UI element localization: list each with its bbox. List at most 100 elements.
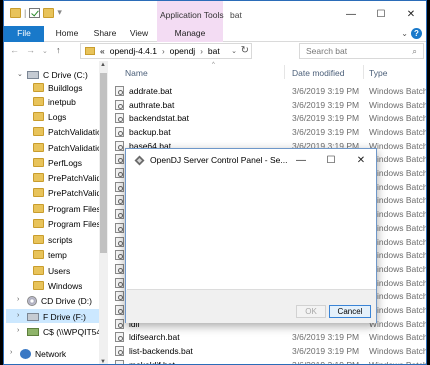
breadcrumb-overflow[interactable]: « — [100, 46, 105, 56]
recent-locations-icon[interactable]: ⌄ — [42, 47, 48, 55]
nav-item-scripts[interactable]: scripts — [33, 233, 73, 246]
chevron-down-icon[interactable]: ⌄ — [17, 70, 23, 78]
breadcrumb-opendj[interactable]: opendj — [170, 46, 196, 56]
nav-item-prepatchvalida-1[interactable]: PrePatchValida — [33, 171, 106, 184]
help-icon[interactable]: ? — [411, 28, 422, 39]
minimize-button[interactable]: — — [336, 1, 366, 27]
maximize-button[interactable]: ☐ — [366, 1, 396, 27]
file-type: Windows Batch File — [369, 85, 427, 96]
file-row[interactable]: makeldif.bat 3/6/2019 3:19 PM Windows Batc… — [110, 358, 427, 365]
tab-home[interactable]: Home — [50, 26, 84, 42]
tab-manage[interactable]: Manage — [157, 26, 223, 42]
nav-item-label: C$ (\\WPQIT545 — [43, 326, 106, 337]
nav-item-program-files-x86[interactable]: Program Files ( — [33, 217, 106, 230]
nav-item-perflogs[interactable]: PerfLogs — [33, 156, 82, 169]
folder-icon — [33, 158, 44, 167]
file-row[interactable]: backendstat.bat 3/6/2019 3:19 PM Windows B… — [110, 111, 426, 125]
folder-icon — [33, 143, 44, 152]
window-controls: — ☐ ✕ — [336, 1, 426, 27]
tab-share[interactable]: Share — [88, 26, 122, 42]
chevron-right-icon[interactable]: › — [17, 296, 19, 303]
nav-item-label: Windows — [48, 280, 83, 291]
explorer-window: | ▾ Application Tools bat — ☐ ✕ File Hom… — [3, 0, 427, 365]
file-date: 3/6/2019 3:19 PM — [292, 359, 360, 365]
file-name: authrate.bat — [129, 99, 175, 110]
file-type: Windows Batch File — [369, 291, 427, 302]
nav-item-program-files[interactable]: Program Files — [33, 202, 101, 215]
file-row[interactable]: addrate.bat 3/6/2019 3:19 PM Windows Batch… — [110, 84, 427, 98]
file-row[interactable]: authrate.bat 3/6/2019 3:19 PM Windows Batc… — [110, 98, 427, 112]
address-bar[interactable]: « opendj-4.4.1 › opendj › bat ⌄ ↻ — [80, 43, 252, 59]
file-row[interactable]: backup.bat 3/6/2019 3:19 PM Windows Batch … — [110, 125, 426, 139]
dialog-title-bar[interactable]: OpenDJ Server Control Panel - Se... — ☐ … — [126, 149, 376, 171]
nav-item-patchvalidation-1[interactable]: PatchValidation — [33, 125, 106, 138]
nav-item-network[interactable]: Network — [20, 347, 66, 360]
tab-file[interactable]: File — [4, 26, 44, 42]
chevron-right-icon[interactable]: › — [17, 312, 19, 319]
file-type: Windows Batch File — [369, 359, 427, 365]
chevron-right-icon[interactable]: › — [17, 327, 19, 334]
dialog-minimize-button[interactable]: — — [286, 149, 316, 171]
breadcrumb-separator-icon[interactable]: › — [162, 47, 165, 56]
dialog-close-button[interactable]: ✕ — [346, 149, 376, 171]
nav-item-windows[interactable]: Windows — [33, 279, 82, 292]
cd-drive-icon — [27, 295, 37, 306]
drive-icon — [27, 70, 39, 79]
dialog-maximize-button[interactable]: ☐ — [316, 149, 346, 171]
breadcrumb-opendj-4-4-1[interactable]: opendj-4.4.1 — [110, 46, 157, 56]
navigation-pane: ⌄ C Drive (C:) Buildlogs inetpub Logs Pa… — [4, 61, 108, 364]
nav-item-users[interactable]: Users — [33, 264, 70, 277]
file-type: Windows Batch File — [369, 154, 427, 165]
column-divider[interactable] — [363, 65, 364, 79]
address-dropdown-icon[interactable]: ⌄ — [231, 47, 237, 55]
folder-icon — [33, 266, 44, 275]
nav-item-prepatchvalida-2[interactable]: PrePatchValida — [33, 186, 106, 199]
close-button[interactable]: ✕ — [396, 1, 426, 27]
nav-item-network-share[interactable]: C$ (\\WPQIT545 — [27, 325, 106, 338]
breadcrumb-bat[interactable]: bat — [208, 46, 220, 56]
file-name: makeldif.bat — [129, 359, 175, 365]
tab-view[interactable]: View — [124, 26, 154, 42]
folder-icon — [33, 250, 44, 259]
batch-file-icon — [115, 250, 124, 261]
ok-button[interactable]: OK — [296, 305, 326, 318]
nav-item-temp[interactable]: temp — [33, 248, 67, 261]
chevron-right-icon[interactable]: › — [10, 349, 12, 356]
nav-item-patchvalidation-2[interactable]: PatchValidation — [33, 141, 106, 154]
cancel-button[interactable]: Cancel — [329, 305, 371, 318]
nav-item-buildlogs[interactable]: Buildlogs — [33, 81, 83, 94]
batch-file-icon — [115, 209, 124, 220]
nav-item-c-drive[interactable]: C Drive (C:) — [27, 68, 88, 81]
nav-item-f-drive[interactable]: F Drive (F:) — [27, 310, 86, 323]
column-header-date[interactable]: Date modified — [292, 68, 344, 78]
nav-item-inetpub[interactable]: inetpub — [33, 95, 76, 108]
nav-item-logs[interactable]: Logs — [33, 110, 66, 123]
app-icon — [134, 155, 145, 166]
scroll-down-icon[interactable]: ▼ — [100, 359, 106, 364]
batch-file-icon — [115, 318, 124, 329]
scroll-up-icon[interactable]: ▲ — [100, 62, 106, 68]
breadcrumb-separator-icon[interactable]: › — [200, 47, 203, 56]
column-divider[interactable] — [284, 65, 285, 79]
column-header-type[interactable]: Type — [369, 68, 387, 78]
file-row[interactable]: list-backends.bat 3/6/2019 3:19 PM Windows… — [110, 344, 426, 358]
customize-qat-icon[interactable]: ▾ — [57, 7, 62, 18]
column-header-name[interactable]: Name — [125, 68, 148, 78]
search-input[interactable]: Search bat ⌕ — [299, 43, 424, 59]
refresh-icon[interactable]: ↻ — [241, 45, 249, 56]
nav-scrollbar[interactable]: ▲ ▼ — [99, 61, 108, 364]
new-folder-icon[interactable] — [43, 7, 55, 18]
batch-file-icon — [115, 195, 124, 206]
batch-file-icon — [115, 181, 124, 192]
file-row[interactable]: ldifsearch.bat 3/6/2019 3:19 PM Windows Ba… — [110, 331, 426, 345]
file-type: Windows Batch File — [369, 318, 427, 329]
properties-icon[interactable] — [29, 7, 41, 18]
nav-scrollbar-thumb[interactable] — [100, 73, 107, 253]
expand-ribbon-icon[interactable]: ⌄ — [401, 29, 408, 38]
file-type: Windows Batch File — [369, 99, 427, 110]
nav-item-cd-drive[interactable]: CD Drive (D:) — [27, 294, 92, 307]
nav-item-label: scripts — [48, 234, 73, 245]
forward-arrow-icon[interactable]: → — [26, 45, 35, 55]
back-arrow-icon[interactable]: ← — [10, 45, 19, 55]
up-arrow-icon[interactable]: ↑ — [56, 45, 61, 55]
